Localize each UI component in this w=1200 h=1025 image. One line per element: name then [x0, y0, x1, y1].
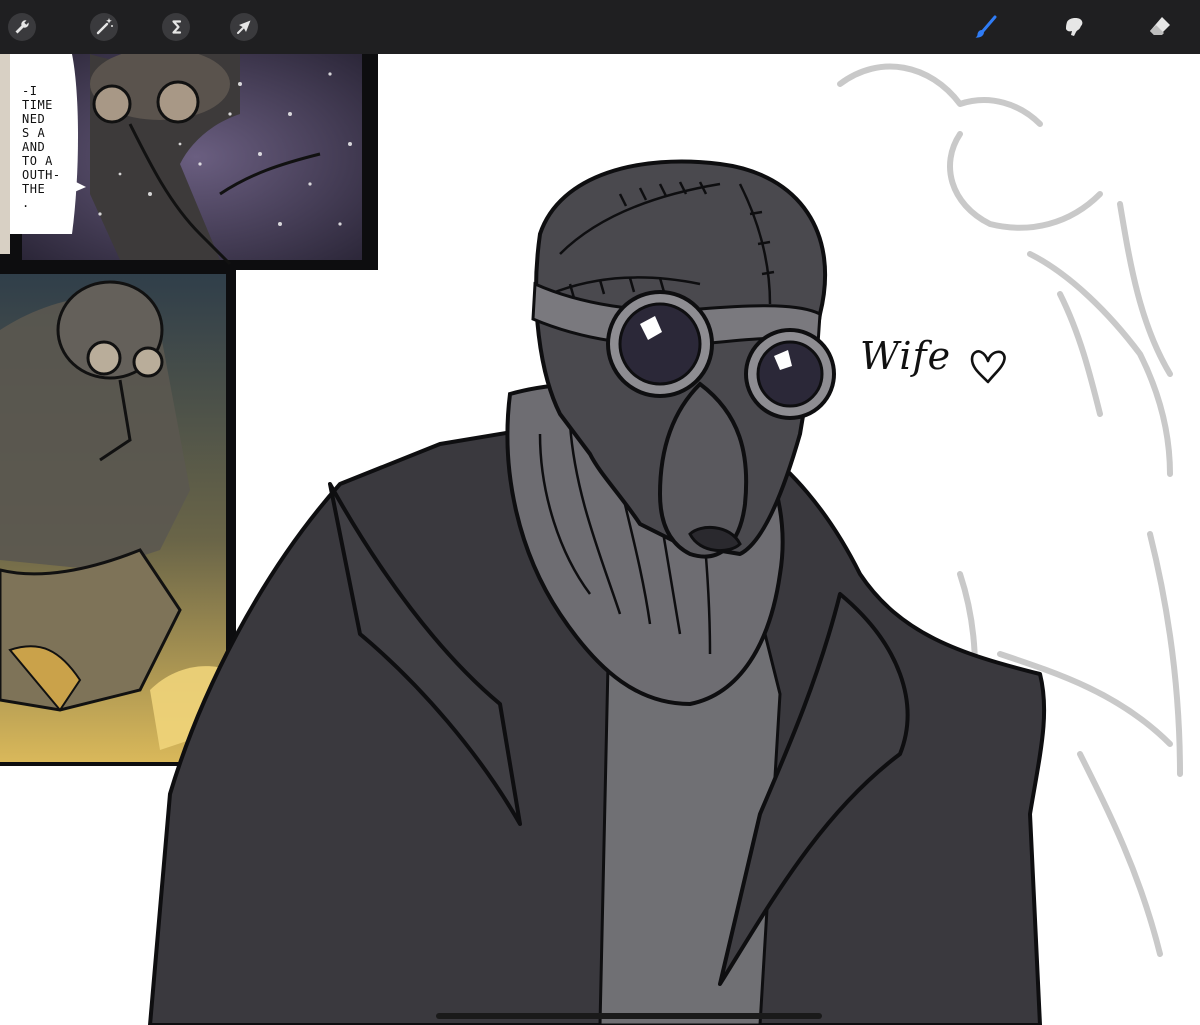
adjustments-button[interactable] — [84, 7, 124, 47]
smudge-icon — [1066, 18, 1083, 36]
paint-button[interactable] — [966, 7, 1006, 47]
heart-icon — [970, 350, 1006, 384]
magic-wand-icon — [90, 13, 118, 41]
eraser-icon — [1150, 17, 1170, 35]
smudge-button[interactable] — [1054, 7, 1094, 47]
artwork-noir-character — [148, 63, 1183, 1025]
arrow-cursor-icon — [230, 13, 258, 41]
transform-button[interactable] — [224, 7, 264, 47]
wrench-icon — [8, 13, 36, 41]
selection-button[interactable] — [156, 7, 196, 47]
top-toolbar — [0, 0, 1200, 54]
handwritten-annotation: Wife — [860, 334, 952, 378]
brush-icon — [975, 15, 997, 38]
actions-button[interactable] — [2, 7, 42, 47]
erase-button[interactable] — [1140, 7, 1180, 47]
selection-s-icon — [162, 13, 190, 41]
drawing-canvas[interactable]: -I TIME NED S A AND TO A OUTH- THE . Wif… — [0, 54, 1200, 1025]
home-indicator[interactable] — [436, 1013, 822, 1019]
